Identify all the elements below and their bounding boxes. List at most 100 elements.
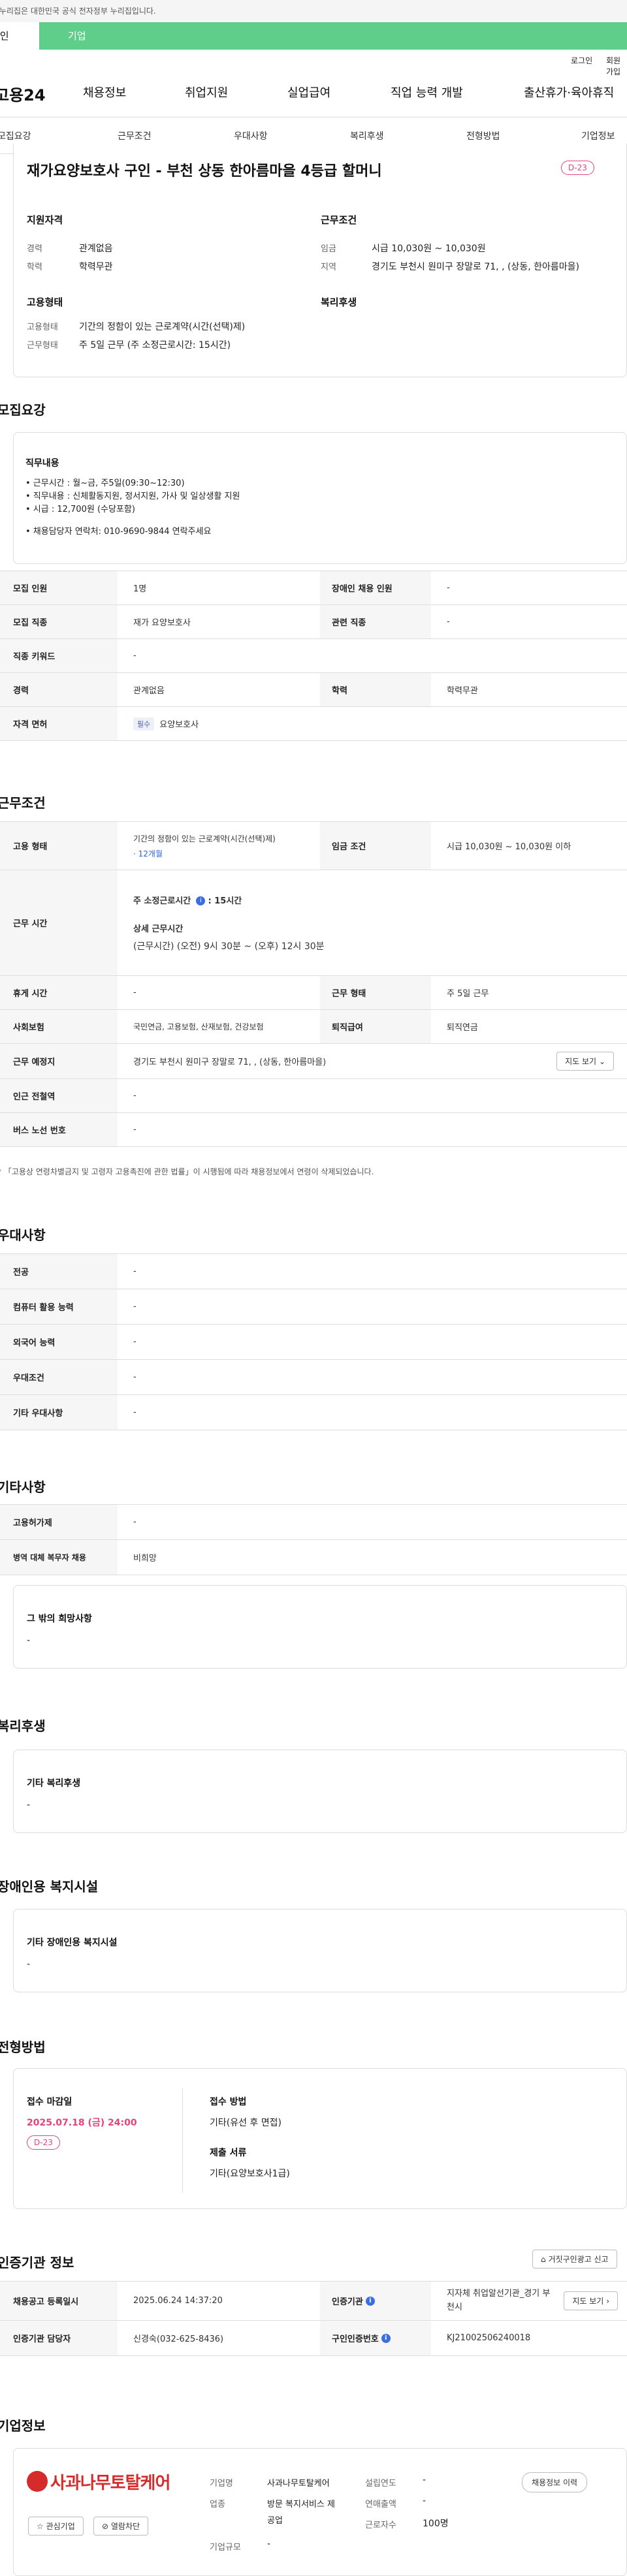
info-icon[interactable]: i (365, 2296, 375, 2306)
interest-button[interactable]: ☆ 관심기업 (28, 2517, 84, 2536)
map-button[interactable]: 지도 보기 ⌄ (556, 1052, 614, 1071)
subway-label: 인근 전철역 (0, 1079, 118, 1112)
emp-type-label: 고용형태 (27, 322, 58, 332)
permit-value: - (133, 1517, 137, 1527)
pref-heading: 우대사항 (0, 1227, 46, 1243)
company-name-label: 기업명 (210, 2479, 233, 2489)
disabled-count-value: - (447, 583, 450, 593)
pref-cond-value: - (133, 1372, 137, 1382)
gnb-menu-unemployment[interactable]: 실업급여 (287, 84, 330, 101)
lnb-item-company[interactable]: 기업정보 (581, 129, 615, 142)
info-icon[interactable]: i (196, 896, 206, 905)
cert-map-button[interactable]: 지도 보기 › (564, 2291, 618, 2310)
tab-individual[interactable]: 개인 (0, 22, 39, 50)
wage-value: 시급 10,030원 ~ 10,030원 (372, 243, 486, 254)
emp-hours-value: 주 5일 근무 (주 소정근로시간: 15시간) (79, 340, 231, 351)
welfare-value: - (27, 1800, 31, 1810)
deadline-label: 접수 마감일 (27, 2097, 72, 2107)
apple-icon (27, 2471, 48, 2492)
gnb-menu-training[interactable]: 직업 능력 개발 (391, 84, 463, 101)
break-value: - (133, 988, 137, 997)
reg-date-label: 채용공고 등록일시 (0, 2282, 118, 2320)
disability-heading: 장애인용 복지시설 (0, 1879, 99, 1894)
site-logo[interactable]: 고용24 (0, 82, 46, 105)
wish-title: 그 밖의 희망사항 (27, 1614, 92, 1624)
emp-form-value: 기간의 정함이 있는 근로계약(시간(선택)제) (133, 834, 276, 843)
lnb-item-recruit[interactable]: 모집요강 (0, 129, 31, 142)
table-row: 고용 형태 기간의 정함이 있는 근로계약(시간(선택)제) · 12개월 임금… (0, 822, 627, 870)
lang-label: 외국어 능력 (0, 1325, 118, 1359)
insurance-value: 국민연금, 고용보험, 산재보험, 건강보험 (133, 1022, 264, 1031)
pref-etc-label: 기타 우대사항 (0, 1395, 118, 1430)
work-place-cell: 경기도 부천시 원미구 장말로 71, , (상동, 한아름마을) 지도 보기 … (118, 1044, 627, 1078)
cert-heading: 인증기관 정보 (0, 2255, 74, 2270)
chevron-right-icon: › (606, 2297, 609, 2306)
related-job-label: 관련 직종 (320, 605, 431, 638)
founded-label: 설립연도 (365, 2479, 396, 2489)
emp-heading: 고용형태 (27, 296, 63, 308)
util-links: 로그인 회원가입 (0, 50, 627, 76)
company-size-label: 기업규모 (210, 2543, 241, 2552)
wage-cond-label: 임금 조건 (320, 822, 431, 870)
table-row: 모집 직종 재가 요양보호사 관련 직종 - (0, 605, 627, 639)
chevron-down-icon: ⌄ (598, 1057, 605, 1066)
pc-skill-label: 컴퓨터 활용 능력 (0, 1289, 118, 1324)
job-content-box: 직무내용 • 근무시간 : 월~금, 주5일(09:30~12:30) • 직무… (13, 432, 627, 564)
work-place-value: 경기도 부천시 원미구 장말로 71, , (상동, 한아름마을) (133, 1058, 327, 1067)
career-value: 관계없음 (79, 243, 113, 254)
license-value: 요양보호사 (159, 720, 199, 730)
lnb-item-preferences[interactable]: 우대사항 (234, 129, 268, 142)
job-type-value: 재가 요양보호사 (133, 618, 191, 628)
work-form-value: 주 5일 근무 (447, 989, 489, 999)
industry-label: 업종 (210, 2500, 225, 2509)
insurance-label: 사회보험 (0, 1010, 118, 1043)
lnb-item-conditions[interactable]: 근무조건 (118, 129, 152, 142)
job-type-label: 모집 직종 (0, 605, 118, 638)
job-history-button[interactable]: 채용정보 이력 (522, 2472, 588, 2492)
table-row: 휴게 시간 - 근무 형태 주 5일 근무 (0, 976, 627, 1010)
emp-form-cell: 기간의 정함이 있는 근로계약(시간(선택)제) · 12개월 (118, 822, 320, 870)
loc-label: 지역 (321, 262, 336, 272)
report-button[interactable]: ⌂ 거짓구인광고 신고 (532, 2250, 617, 2269)
emp-type-value: 기간의 정함이 있는 근로계약(시간(선택)제) (79, 322, 246, 332)
job-content-line: • 시급 : 12,700원 (수당포함) (25, 505, 135, 514)
method-label: 접수 방법 (210, 2097, 247, 2107)
other-heading: 기타사항 (0, 1479, 46, 1495)
gnb-menu-parental-leave[interactable]: 출산휴가·육아휴직 (524, 84, 614, 101)
sales-value: - (423, 2496, 426, 2506)
detail-hours-value: (근무시간) (오전) 9시 30분 ~ (오후) 12시 30분 (133, 941, 325, 952)
table-row: 모집 인원 1명 장애인 채용 인원 - (0, 571, 627, 605)
permit-label: 고용허가제 (0, 1505, 118, 1539)
table-row: 채용공고 등록일시 2025.06.24 14:37:20 인증기관 i 지자체 … (0, 2282, 627, 2321)
lnb-item-screening[interactable]: 전형방법 (466, 129, 500, 142)
job-content-line: • 채용담당자 연락처: 010-9690-9844 연락주세요 (25, 527, 212, 537)
pref-etc-value: - (133, 1407, 137, 1417)
wage-cond-value: 시급 10,030원 ~ 10,030원 이하 (447, 842, 571, 852)
cert-manager-value: 신경숙(032-625-8436) (133, 2334, 224, 2344)
company-heading: 기업정보 (0, 2418, 46, 2434)
military-label: 병역 대체 복무자 채용 (0, 1540, 118, 1575)
other-table: 고용허가제 - 병역 대체 복무자 채용 비희망 (0, 1504, 627, 1575)
founded-value: - (423, 2475, 426, 2485)
work-form-label: 근무 형태 (320, 976, 431, 1009)
sales-label: 연매출액 (365, 2500, 396, 2509)
gnb-menu-employment-support[interactable]: 취업지원 (185, 84, 228, 101)
job-content-line: • 근무시간 : 월~금, 주5일(09:30~12:30) (25, 479, 185, 488)
login-link[interactable]: 로그인 (571, 55, 592, 66)
welfare-box: 기타 복리후생 - (13, 1750, 627, 1833)
emp-period: · 12개월 (133, 849, 163, 858)
welfare-title: 기타 복리후생 (27, 1778, 81, 1789)
docs-value: 기타(요양보호사1급) (210, 2169, 290, 2179)
global-nav: 고용24 채용정보 취업지원 실업급여 직업 능력 개발 출산휴가·육아휴직 (0, 65, 627, 118)
edu-row-value: 학력무관 (447, 686, 478, 696)
cert-no-value: KJ21002506240018 (447, 2333, 531, 2343)
info-icon[interactable]: i (381, 2333, 391, 2343)
lnb-item-welfare[interactable]: 복리후생 (350, 129, 384, 142)
job-title: 재가요양보호사 구인 - 부천 상동 한아름마을 4등급 할머니 (27, 163, 382, 180)
gnb-menu-jobs[interactable]: 채용정보 (83, 84, 126, 101)
tab-corporate[interactable]: 기업 (39, 22, 170, 50)
work-heading: 근무조건 (0, 795, 46, 811)
edu-value: 학력무관 (79, 262, 113, 272)
disability-box: 기타 장애인용 복지시설 - (13, 1909, 627, 1992)
block-button[interactable]: ⊘ 열람차단 (93, 2517, 149, 2536)
